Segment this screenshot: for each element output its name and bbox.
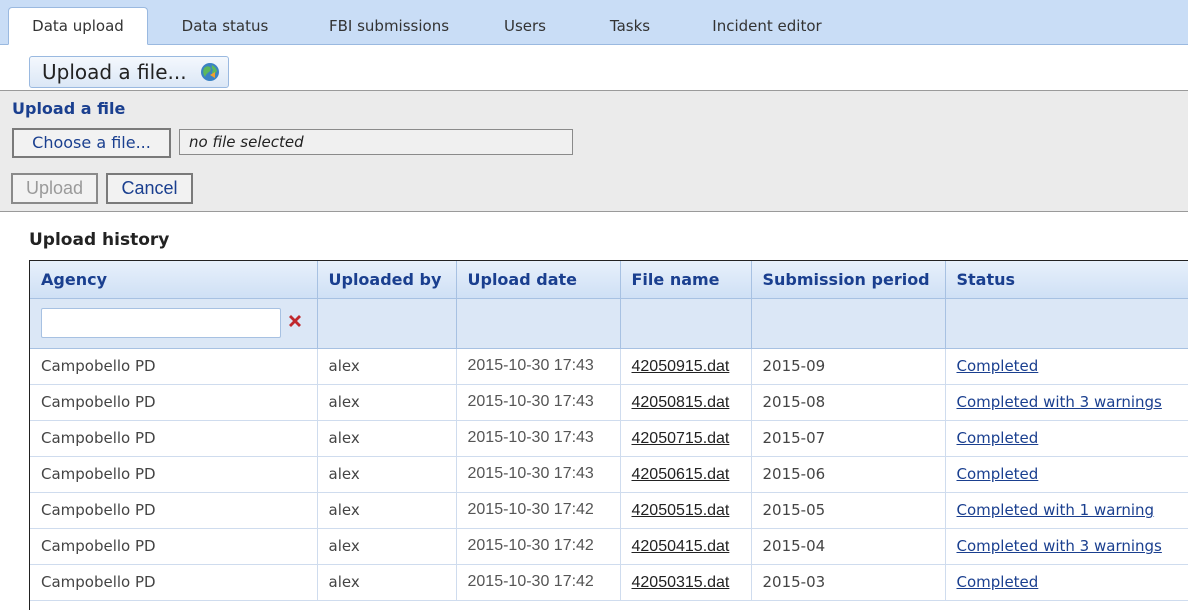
file-name-link[interactable]: 42050315.dat [632,574,730,591]
status-link[interactable]: Completed with 3 warnings [957,537,1162,555]
status-link[interactable]: Completed [957,357,1039,375]
submission-period-cell: 2015-08 [751,384,946,421]
file-name-cell: 42050615.dat [620,456,752,493]
uploaded-by-cell: alex [317,420,457,457]
file-name-link[interactable]: 42050915.dat [632,358,730,375]
status-cell: Completed [945,564,1188,601]
tab-users[interactable]: Users [490,8,560,45]
upload-a-file-label: Upload a file... [42,60,187,84]
uploaded-by-cell: alex [317,348,457,385]
submission-period-cell: 2015-05 [751,492,946,529]
upload-date-cell: 2015-10-30 17:43 [456,456,621,493]
agency-filter-cell [30,298,318,349]
status-cell: Completed with 3 warnings [945,384,1188,421]
choose-file-button[interactable]: Choose a file... [12,128,171,158]
uploaded-by-cell: alex [317,456,457,493]
upload-panel-title: Upload a file [12,99,126,118]
agency-cell: Campobello PD [30,348,318,385]
tab-data-upload[interactable]: Data upload [8,7,148,45]
table-row: Campobello PD alex 2015-10-30 17:43 4205071… [30,420,1188,457]
submission-period-cell: 2015-07 [751,420,946,457]
tab-data-status[interactable]: Data status [166,8,284,45]
table-row: Campobello PD alex 2015-10-30 17:42 4205031… [30,564,1188,601]
submission-period-cell: 2015-04 [751,528,946,565]
status-cell: Completed [945,420,1188,457]
table-row: Campobello PD alex 2015-10-30 17:43 4205091… [30,348,1188,385]
submission-period-cell: 2015-06 [751,456,946,493]
agency-cell: Campobello PD [30,420,318,457]
upload-date-cell: 2015-10-30 17:42 [456,492,621,529]
status-link[interactable]: Completed [957,429,1039,447]
table-row: Campobello PD alex 2015-10-30 17:42 4205051… [30,492,1188,529]
status-link[interactable]: Completed with 3 warnings [957,393,1162,411]
table-row: Campobello PD alex 2015-10-30 17:43 4205081… [30,384,1188,421]
tab-incident-editor[interactable]: Incident editor [697,8,837,45]
upload-date-cell: 2015-10-30 17:42 [456,528,621,565]
uploaded-by-cell: alex [317,384,457,421]
file-name-cell: 42050415.dat [620,528,752,565]
status-cell: Completed [945,456,1188,493]
status-link[interactable]: Completed [957,573,1039,591]
uploaded-by-cell: alex [317,528,457,565]
file-name-link[interactable]: 42050515.dat [632,502,730,519]
agency-filter-input[interactable] [41,307,281,338]
agency-cell: Campobello PD [30,384,318,421]
file-name-link[interactable]: 42050415.dat [632,538,730,555]
submission-period-cell: 2015-03 [751,564,946,601]
file-name-link[interactable]: 42050615.dat [632,466,730,483]
status-cell: Completed [945,348,1188,385]
column-header-status[interactable]: Status [945,261,1188,299]
cancel-button[interactable]: Cancel [106,173,193,204]
file-name-cell: 42050715.dat [620,420,752,457]
file-name-cell: 42050315.dat [620,564,752,601]
table-row: Campobello PD alex 2015-10-30 17:43 4205061… [30,456,1188,493]
upload-history-table: Agency Uploaded by Upload date File name… [29,260,1188,610]
file-name-link[interactable]: 42050815.dat [632,394,730,411]
status-link[interactable]: Completed [957,465,1039,483]
agency-cell: Campobello PD [30,528,318,565]
filter-row [30,298,1188,349]
table-row: Campobello PD alex 2015-10-30 17:42 4205041… [30,528,1188,565]
submission-period-cell: 2015-09 [751,348,946,385]
upload-panel: Upload a file Choose a file... no file s… [0,90,1188,212]
agency-cell: Campobello PD [30,456,318,493]
upload-a-file-button[interactable]: Upload a file... [29,56,229,88]
status-cell: Completed with 1 warning [945,492,1188,529]
agency-cell: Campobello PD [30,492,318,529]
file-name-cell: 42050515.dat [620,492,752,529]
upload-date-cell: 2015-10-30 17:43 [456,384,621,421]
upload-button[interactable]: Upload [11,173,98,204]
upload-date-cell: 2015-10-30 17:43 [456,348,621,385]
upload-history-title: Upload history [29,230,170,250]
file-name-link[interactable]: 42050715.dat [632,430,730,447]
uploaded-by-cell: alex [317,564,457,601]
tab-tasks[interactable]: Tasks [600,8,660,45]
tab-bar: Data upload Data status FBI submissions … [0,0,1188,45]
tab-fbi-submissions[interactable]: FBI submissions [312,8,466,45]
globe-icon [201,63,219,81]
table-header-row: Agency Uploaded by Upload date File name… [30,261,1188,299]
agency-cell: Campobello PD [30,564,318,601]
column-header-submission-period[interactable]: Submission period [751,261,946,299]
upload-date-cell: 2015-10-30 17:42 [456,564,621,601]
file-name-cell: 42050915.dat [620,348,752,385]
upload-date-cell: 2015-10-30 17:43 [456,420,621,457]
clear-x-icon[interactable] [285,311,305,331]
uploaded-by-cell: alex [317,492,457,529]
selected-file-field: no file selected [179,129,573,155]
column-header-upload-date[interactable]: Upload date [456,261,621,299]
status-cell: Completed with 3 warnings [945,528,1188,565]
file-name-cell: 42050815.dat [620,384,752,421]
status-link[interactable]: Completed with 1 warning [957,501,1155,519]
column-header-file-name[interactable]: File name [620,261,752,299]
column-header-agency[interactable]: Agency [30,261,318,299]
column-header-uploaded-by[interactable]: Uploaded by [317,261,457,299]
